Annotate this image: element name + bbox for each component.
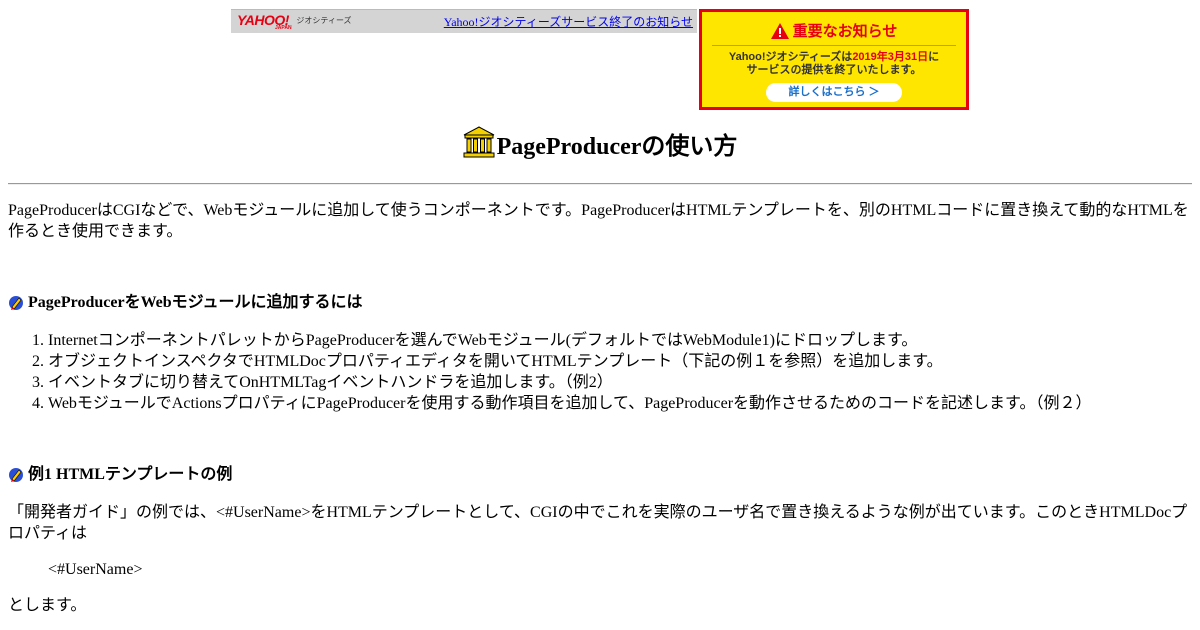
section-heading-add-to-webmodule: PageProducerをWebモジュールに追加するには [8, 292, 363, 313]
service-end-notice-link[interactable]: Yahoo!ジオシティーズサービス終了のお知らせ [444, 13, 693, 30]
notice-title: 重要なお知らせ [792, 23, 898, 40]
yahoo-logo-japan: JAPAN [275, 25, 292, 31]
geocities-service-name: ジオシティーズ [296, 16, 352, 25]
section2-heading-text: 例1 HTMLテンプレートの例 [28, 466, 233, 483]
horizontal-rule [8, 183, 1192, 185]
notice-divider [712, 45, 956, 46]
example-paragraph: 「開発者ガイド」の例では、<#UserName>をHTMLテンプレートとして、C… [8, 504, 1188, 542]
geocities-header-bar: YAHOO! JAPAN ジオシティーズ Yahoo!ジオシティーズサービス終了… [231, 9, 697, 33]
bank-building-icon [463, 126, 495, 158]
list-item: InternetコンポーネントパレットからPageProducerを選んでWeb… [48, 330, 1091, 351]
notice-details-button[interactable]: 詳しくはこちら ＞ [766, 83, 902, 102]
yahoo-geocities-logo[interactable]: YAHOO! JAPAN ジオシティーズ [237, 12, 352, 31]
notice-body: Yahoo!ジオシティーズは2019年3月31日に サービスの提供を終了いたしま… [702, 51, 966, 77]
pencil-bullet-icon [9, 295, 23, 310]
template-code: <#UserName> [48, 561, 143, 578]
page-title: PageProducerの使い方 [0, 126, 1200, 161]
list-item: イベントタブに切り替えてOnHTMLTagイベントハンドラを追加します。（例2） [48, 372, 1091, 393]
notice-line2: サービスの提供を終了いたします。 [746, 64, 922, 76]
closing-text: とします。 [8, 597, 87, 614]
section-heading-template-example: 例1 HTMLテンプレートの例 [8, 464, 232, 485]
main-content: PageProducerはCGIなどで、Webモジュールに追加して使うコンポーネ… [8, 200, 1192, 614]
notice-line1-pre: Yahoo!ジオシティーズは [728, 51, 853, 63]
warning-icon [770, 22, 789, 39]
pencil-bullet-icon [9, 467, 23, 482]
steps-list: InternetコンポーネントパレットからPageProducerを選んでWeb… [8, 330, 1091, 414]
notice-line1-post: に [928, 51, 940, 63]
list-item: オブジェクトインスペクタでHTMLDocプロパティエディタを開いてHTMLテンプ… [48, 351, 1091, 372]
page-title-text: PageProducerの使い方 [496, 134, 738, 160]
list-item: WebモジュールでActionsプロパティにPageProducerを使用する動… [48, 393, 1091, 414]
section1-heading-text: PageProducerをWebモジュールに追加するには [28, 294, 363, 311]
notice-title-row: 重要なお知らせ [702, 20, 966, 41]
notice-end-date: 2019年3月31日 [852, 51, 929, 63]
important-notice-banner[interactable]: 重要なお知らせ Yahoo!ジオシティーズは2019年3月31日に サービスの提… [699, 9, 969, 110]
intro-paragraph: PageProducerはCGIなどで、Webモジュールに追加して使うコンポーネ… [8, 202, 1189, 240]
